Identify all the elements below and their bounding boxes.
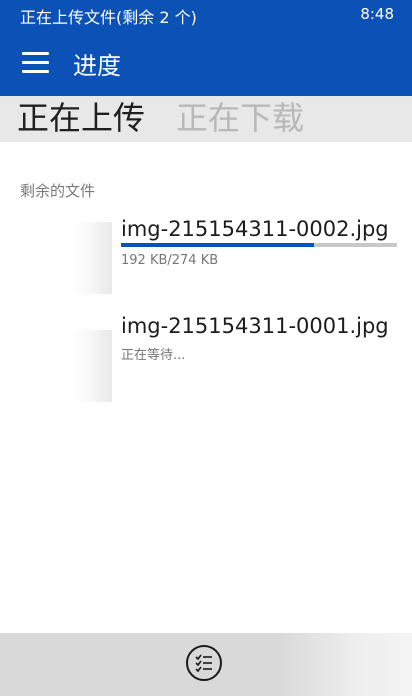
status-bar-title: 正在上传文件(剩余 2 个) [20,8,197,27]
status-bar: 正在上传文件(剩余 2 个) 8:48 [0,0,412,28]
file-thumbnail [72,222,112,294]
file-item-uploading[interactable]: img-215154311-0002.jpg 192 KB/274 KB [0,212,412,302]
upload-progress-fill [121,243,315,247]
remaining-files-label: 剩余的文件 [20,182,96,200]
tab-uploading[interactable]: 正在上传 [17,98,145,138]
file-status: 正在等待... [121,348,186,363]
hamburger-menu-icon[interactable] [14,46,56,78]
file-item-waiting[interactable]: img-215154311-0001.jpg 正在等待... [0,310,412,402]
file-transfer-size: 192 KB/274 KB [121,253,219,268]
file-thumbnail [72,330,112,402]
bottom-app-bar [0,633,412,696]
page-title: 进度 [73,52,121,80]
status-bar-time: 8:48 [360,5,394,23]
bottom-bar-overlay [276,633,412,696]
pivot-header: 正在上传 正在下载 [0,96,412,142]
upload-progress-bar [121,243,397,247]
tab-downloading[interactable]: 正在下载 [176,98,304,138]
file-name: img-215154311-0001.jpg [121,314,389,338]
file-name: img-215154311-0002.jpg [121,217,389,241]
list-checklist-icon[interactable] [186,645,222,681]
app-bar: 进度 [0,28,412,96]
